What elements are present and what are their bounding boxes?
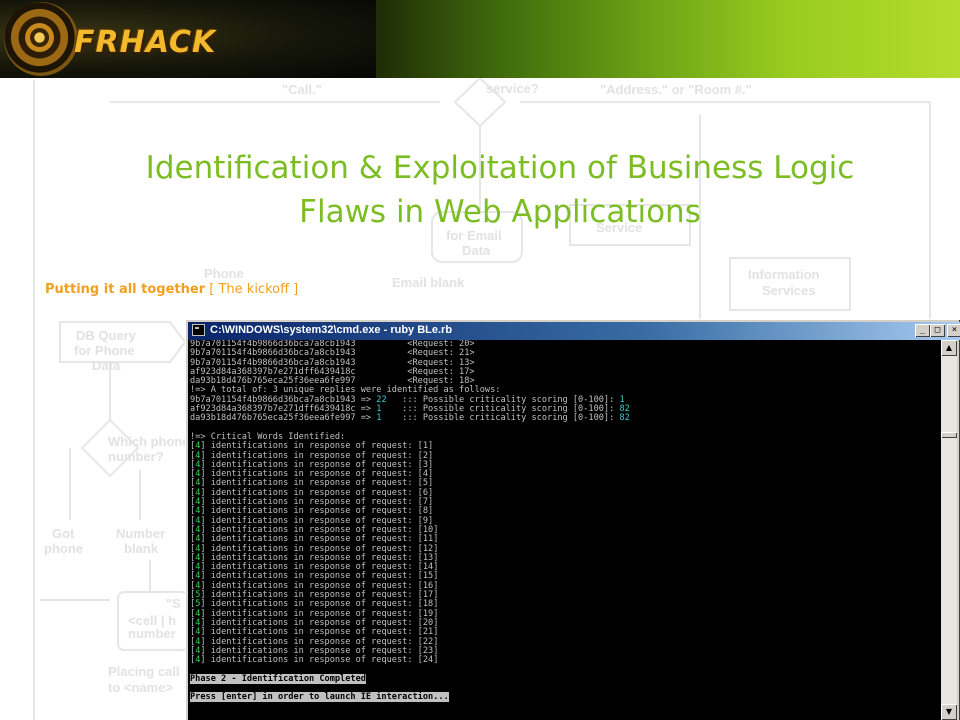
svg-text:Information: Information [748, 267, 820, 282]
console-line: Phase 2 - Identification Completed [188, 673, 941, 684]
subtitle-rest: [ The kickoff ] [205, 282, 299, 297]
svg-text:"Address." or "Room #.": "Address." or "Room #." [600, 82, 752, 97]
svg-text:Data: Data [462, 243, 491, 258]
logo-text: FRHACK [74, 25, 217, 60]
cmd-app-icon[interactable] [192, 324, 205, 336]
svg-text:"S: "S [166, 596, 181, 611]
svg-text:Number: Number [116, 526, 165, 541]
svg-text:blank: blank [124, 541, 159, 556]
svg-text:Data: Data [92, 358, 121, 373]
console-text: 82 [619, 413, 630, 424]
console-line: Press [enter] in order to launch IE inte… [188, 692, 941, 703]
close-button[interactable]: × [947, 324, 960, 337]
svg-text:phone: phone [44, 541, 83, 556]
svg-text:for Phone: for Phone [74, 343, 135, 358]
header-banner: FRHACK [0, 0, 960, 78]
svg-text:number: number [128, 626, 176, 641]
console-output[interactable]: 9b7a701154f4b9866d36bca7a8cb1943 <Reques… [188, 340, 941, 720]
svg-text:Which phone: Which phone [108, 434, 190, 449]
console-text: ::: Possible criticality scoring [0-100]… [381, 413, 620, 424]
cmd-title: C:\WINDOWS\system32\cmd.exe - ruby BLe.r… [210, 324, 453, 336]
console-line: da93b18d476b765eca25f36eea6fe997 => 1 ::… [188, 414, 941, 423]
slide-title-line-1: Identification & Exploitation of Busines… [145, 150, 855, 186]
cmd-titlebar[interactable]: C:\WINDOWS\system32\cmd.exe - ruby BLe.r… [188, 322, 960, 340]
maximize-button[interactable]: □ [930, 324, 945, 337]
cmd-window[interactable]: C:\WINDOWS\system32\cmd.exe - ruby BLe.r… [185, 319, 960, 720]
logo-disc-icon [4, 2, 78, 76]
slide-title-line-2: Flaws in Web Applications [299, 194, 701, 230]
svg-text:Services: Services [762, 283, 816, 298]
scroll-down-button[interactable]: ▼ [941, 704, 957, 720]
svg-text:"Call.": "Call." [282, 82, 322, 97]
scroll-thumb[interactable] [941, 432, 957, 438]
slide-subtitle: Putting it all together [ The kickoff ] [45, 282, 298, 297]
svg-text:service?: service? [486, 81, 539, 96]
slide-title: Identification & Exploitation of Busines… [60, 146, 940, 234]
svg-text:Phone: Phone [204, 266, 244, 281]
scroll-up-button[interactable]: ▲ [941, 340, 957, 356]
subtitle-bold: Putting it all together [45, 282, 206, 297]
console-line: [4] identifications in response of reque… [188, 655, 941, 666]
vertical-scrollbar[interactable]: ▲ ▼ [941, 340, 957, 720]
svg-text:to <name>: to <name> [108, 680, 173, 695]
svg-text:DB Query: DB Query [76, 328, 137, 343]
console-text: Press [enter] in order to launch IE inte… [190, 692, 449, 703]
svg-text:Got: Got [52, 526, 75, 541]
minimize-button[interactable]: _ [915, 324, 930, 337]
console-text: da93b18d476b765eca25f36eea6fe997 => [190, 413, 377, 424]
console-text: Phase 2 - Identification Completed [190, 673, 366, 684]
console-text: ] identifications in response of request… [200, 655, 439, 666]
svg-text:Email blank: Email blank [392, 275, 465, 290]
svg-text:Placing call: Placing call [108, 664, 180, 679]
frhack-logo: FRHACK [0, 0, 376, 78]
svg-text:number?: number? [108, 449, 164, 464]
